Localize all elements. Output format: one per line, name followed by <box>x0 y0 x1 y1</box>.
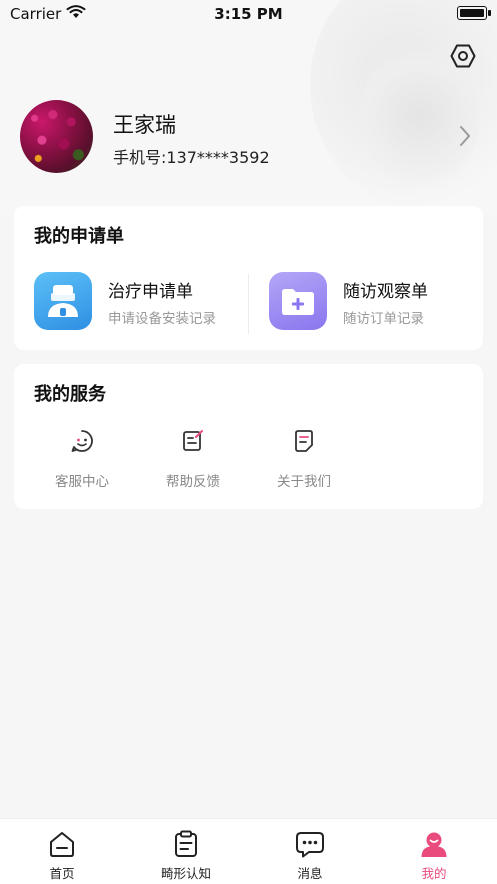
notes-icon <box>175 830 197 857</box>
customer-service-icon <box>71 430 93 452</box>
user-name: 王家瑞 <box>113 113 176 137</box>
treatment-application-title: 治疗申请单 <box>108 282 193 302</box>
followup-observation-subtitle: 随访订单记录 <box>343 311 424 327</box>
service-help-feedback[interactable]: 帮助反馈 <box>147 428 239 490</box>
services-card: 我的服务 客服中心 帮助反馈 关于我们 <box>14 364 483 509</box>
service-label: 客服中心 <box>55 474 109 490</box>
tab-label: 我的 <box>421 866 447 881</box>
service-label: 帮助反馈 <box>166 474 220 490</box>
applications-card: 我的申请单 治疗申请单 申请设备安装记录 随访观察单 随访订单记录 <box>14 206 483 350</box>
battery-icon <box>457 6 491 20</box>
tab-label: 畸形认知 <box>160 866 211 881</box>
treatment-application-subtitle: 申请设备安装记录 <box>108 311 216 327</box>
settings-icon[interactable] <box>450 43 476 69</box>
applications-title: 我的申请单 <box>34 226 124 247</box>
about-icon <box>295 430 313 452</box>
tab-bar: 首页 畸形认知 消息 我的 <box>0 818 497 884</box>
avatar[interactable] <box>20 100 93 173</box>
feedback-icon <box>183 430 203 451</box>
service-customer-center[interactable]: 客服中心 <box>36 428 128 490</box>
user-phone: 手机号:137****3592 <box>113 148 270 167</box>
tab-label: 消息 <box>297 866 323 881</box>
tab-messages[interactable]: 消息 <box>248 819 372 884</box>
home-icon <box>50 832 74 857</box>
doctor-icon <box>34 272 92 330</box>
service-label: 关于我们 <box>277 474 331 490</box>
treatment-application-item[interactable]: 治疗申请单 申请设备安装记录 <box>34 272 244 334</box>
tab-deformity-knowledge[interactable]: 畸形认知 <box>124 819 248 884</box>
followup-observation-title: 随访观察单 <box>343 282 428 302</box>
tab-label: 首页 <box>49 866 75 881</box>
tab-home[interactable]: 首页 <box>0 819 124 884</box>
services-title: 我的服务 <box>34 384 106 405</box>
followup-observation-item[interactable]: 随访观察单 随访订单记录 <box>269 272 469 334</box>
message-icon <box>296 832 324 858</box>
tab-mine[interactable]: 我的 <box>372 819 496 884</box>
clock: 3:15 PM <box>214 5 283 23</box>
chevron-right-icon[interactable] <box>458 124 472 148</box>
profile-icon <box>421 832 447 857</box>
folder-plus-icon <box>269 272 327 330</box>
divider <box>248 274 249 334</box>
status-bar: Carrier 3:15 PM <box>0 0 497 28</box>
service-about-us[interactable]: 关于我们 <box>258 428 350 490</box>
